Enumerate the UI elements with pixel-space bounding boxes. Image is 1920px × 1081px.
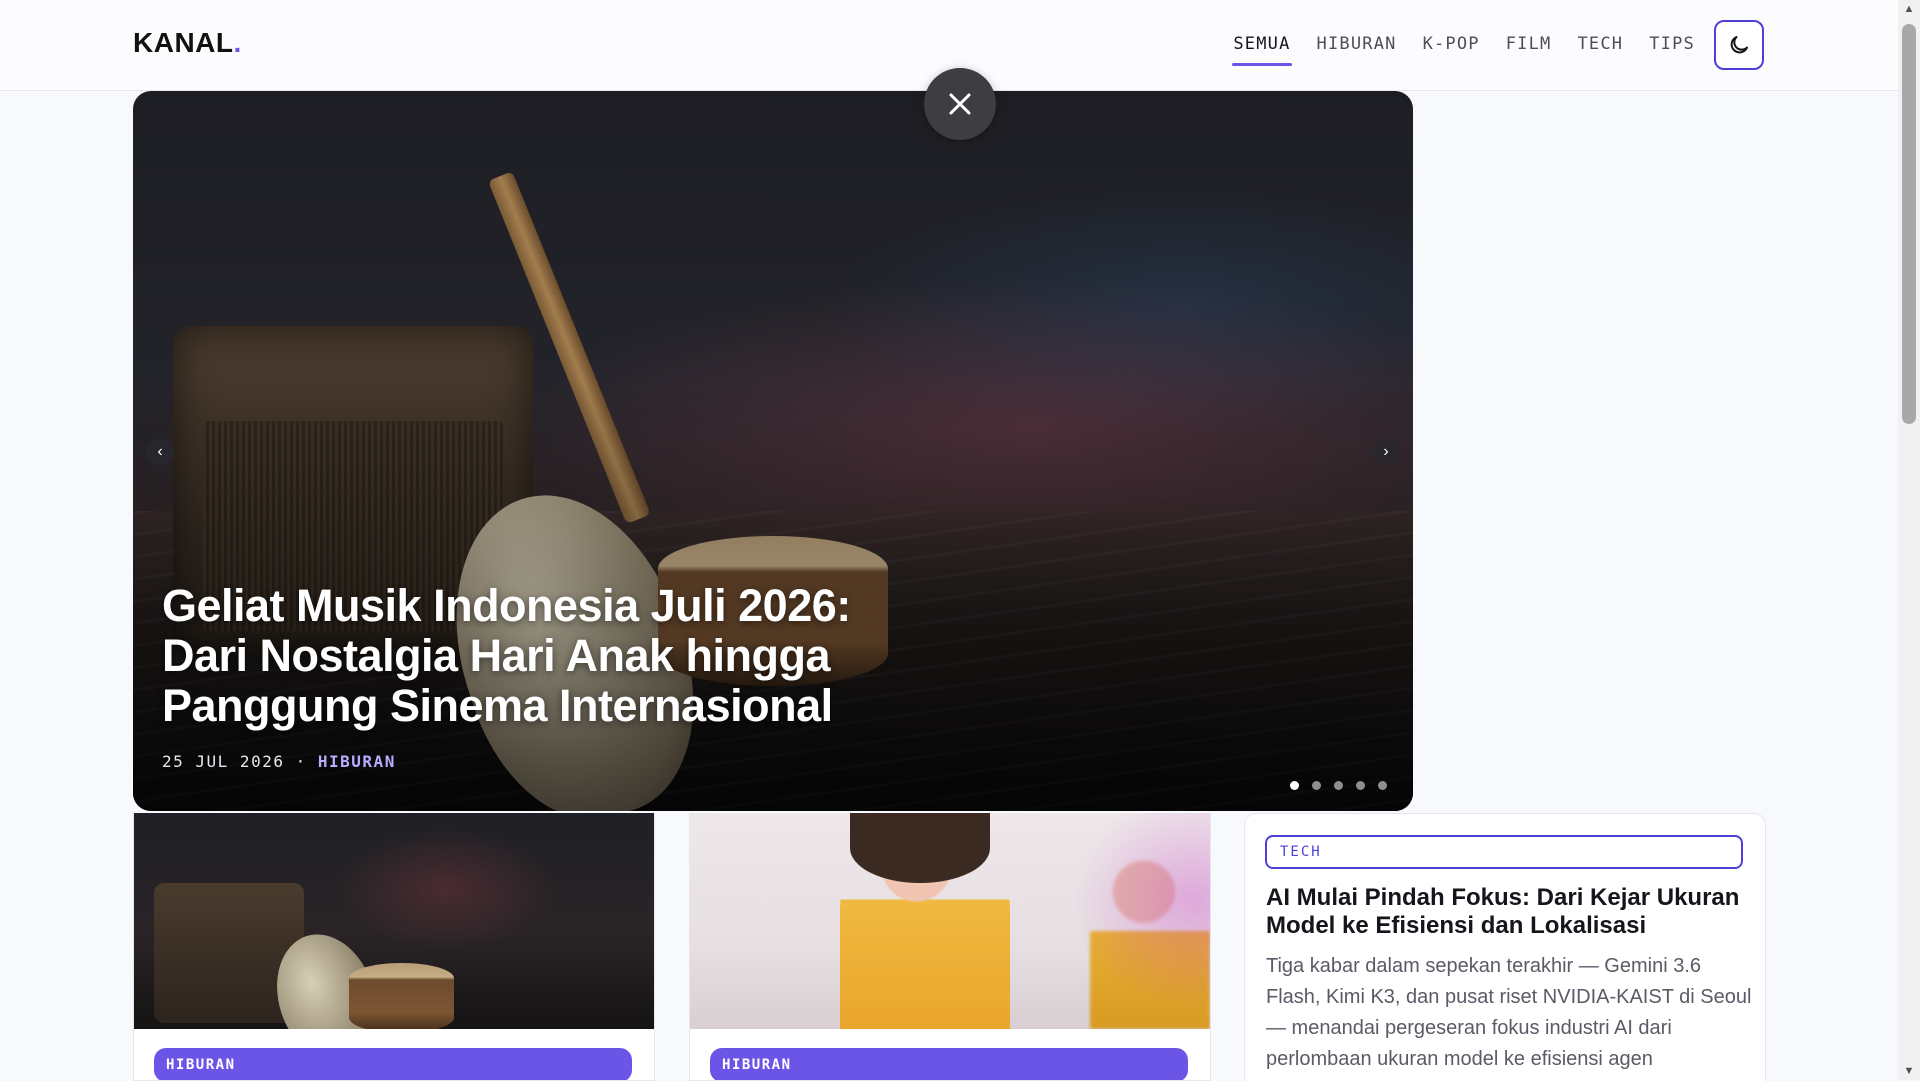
hero-dot-4[interactable] — [1356, 781, 1365, 790]
main-nav: SEMUA HIBURAN K-POP FILM TECH TIPS — [1232, 0, 1696, 90]
tech-card-title[interactable]: AI Mulai Pindah Fokus: Dari Kejar Ukuran… — [1266, 884, 1756, 940]
scrollbar-thumb[interactable] — [1902, 24, 1916, 424]
chevron-left-icon: ‹ — [157, 443, 163, 460]
chevron-right-icon: › — [1383, 443, 1389, 460]
card-image-stage-glow — [1050, 813, 1210, 1029]
nav-item-tech[interactable]: TECH — [1577, 24, 1625, 66]
article-card-tech[interactable]: TECH AI Mulai Pindah Fokus: Dari Kejar U… — [1244, 813, 1766, 1081]
article-card-1[interactable]: HIBURAN — [133, 813, 655, 1081]
site-logo[interactable]: KANAL. — [133, 27, 242, 59]
hero-slider[interactable]: Geliat Musik Indonesia Juli 2026: Dari N… — [133, 91, 1413, 811]
hero-title[interactable]: Geliat Musik Indonesia Juli 2026: Dari N… — [162, 581, 922, 731]
hero-meta-separator: · — [295, 752, 307, 771]
scroll-down-arrow[interactable]: ▼ — [1898, 1062, 1920, 1080]
hero-dot-2[interactable] — [1312, 781, 1321, 790]
card-image-performer-1-hair — [850, 813, 990, 883]
card-image-guitar[interactable] — [134, 813, 654, 1029]
moon-icon — [1730, 36, 1748, 54]
hero-dot-5[interactable] — [1378, 781, 1387, 790]
card-image-performers[interactable] — [690, 813, 1210, 1029]
logo-text: KANAL — [133, 27, 234, 58]
logo-dot: . — [233, 27, 242, 58]
scroll-up-arrow[interactable]: ▲ — [1898, 0, 1920, 18]
hero-next-button[interactable]: › — [1372, 438, 1400, 466]
nav-item-tips[interactable]: TIPS — [1648, 24, 1696, 66]
category-badge[interactable]: HIBURAN — [710, 1048, 1188, 1080]
article-card-2[interactable]: HIBURAN — [689, 813, 1211, 1081]
close-button[interactable] — [924, 68, 996, 140]
nav-item-semua[interactable]: SEMUA — [1232, 24, 1292, 66]
hero-dot-3[interactable] — [1334, 781, 1343, 790]
nav-item-hiburan[interactable]: HIBURAN — [1316, 24, 1398, 66]
category-badge[interactable]: HIBURAN — [154, 1048, 632, 1080]
page-scrollbar[interactable]: ▲ ▼ — [1898, 0, 1920, 1080]
hero-meta: 25 JUL 2026 · HIBURAN — [162, 752, 396, 771]
close-icon — [949, 93, 971, 115]
hero-prev-button[interactable]: ‹ — [146, 438, 174, 466]
card-image-drum — [349, 963, 454, 1029]
nav-item-kpop[interactable]: K-POP — [1422, 24, 1481, 66]
nav-item-film[interactable]: FILM — [1505, 24, 1553, 66]
hero-pagination — [1290, 781, 1387, 790]
hero-dot-1[interactable] — [1290, 781, 1299, 790]
theme-toggle-button[interactable] — [1714, 20, 1764, 70]
hero-category[interactable]: HIBURAN — [318, 752, 396, 771]
hero-date: 25 JUL 2026 — [162, 752, 285, 771]
tech-card-description: Tiga kabar dalam sepekan terakhir — Gemi… — [1266, 955, 1752, 1070]
category-badge-tech[interactable]: TECH — [1265, 835, 1743, 869]
